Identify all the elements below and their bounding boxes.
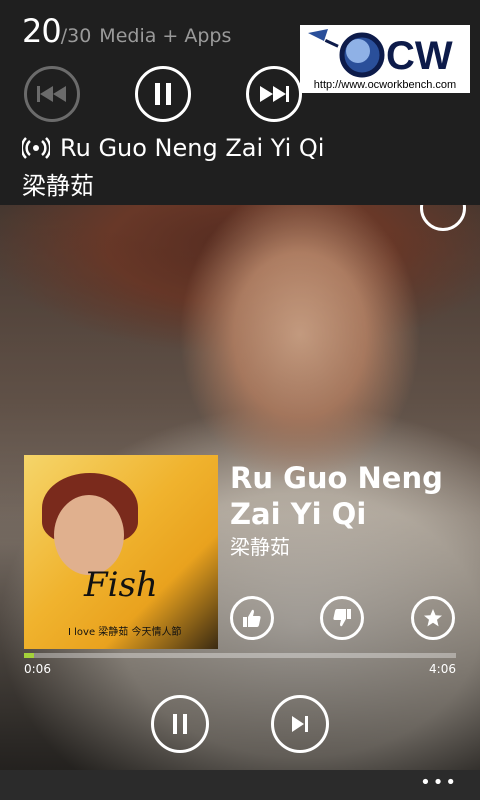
- next-icon: [260, 86, 289, 102]
- now-playing-title: Ru Guo Neng Zai Yi Qi: [60, 134, 325, 162]
- volume-max: /30: [60, 25, 92, 47]
- volume-readout: 20/30 Media + Apps: [22, 12, 231, 50]
- ocw-logo-graphic: CW: [308, 29, 453, 78]
- logo-url: http://www.ocworkbench.com: [313, 79, 457, 91]
- pause-icon: [155, 83, 171, 105]
- previous-track-button[interactable]: [24, 66, 80, 122]
- volume-panel: 20/30 Media + Apps Ru Guo Neng Zai Yi Qi: [0, 0, 480, 205]
- progress-fill: [24, 653, 35, 658]
- elapsed-time: 0:06: [24, 662, 51, 676]
- dislike-button[interactable]: [320, 596, 364, 640]
- ocw-watermark-logo: CW http://www.ocworkbench.com: [300, 25, 470, 93]
- pause-icon: [173, 714, 187, 734]
- more-options-button[interactable]: •••: [420, 772, 458, 793]
- pause-button[interactable]: [151, 695, 209, 753]
- album-art-caption: I love 梁静茹 今天情人節: [68, 627, 182, 638]
- star-icon: [424, 609, 442, 627]
- thumbs-up-icon: [243, 609, 261, 627]
- progress-bar[interactable]: [24, 653, 456, 658]
- album-art-face: [54, 495, 124, 575]
- music-player: Fish I love 梁静茹 今天情人節 Ru Guo Neng Zai Yi…: [0, 205, 480, 770]
- volume-target[interactable]: Media + Apps: [99, 25, 231, 47]
- favorite-button[interactable]: [411, 596, 455, 640]
- app-bar: •••: [0, 770, 480, 800]
- now-playing-title-row[interactable]: Ru Guo Neng Zai Yi Qi: [22, 134, 324, 162]
- skip-next-icon: [292, 716, 308, 732]
- thumbs-down-icon: [333, 609, 351, 627]
- now-playing-artist: 梁静茹: [22, 172, 94, 200]
- album-art-script: Fish: [84, 565, 158, 605]
- svg-text:CW: CW: [386, 34, 453, 78]
- skip-next-button[interactable]: [271, 695, 329, 753]
- previous-icon: [37, 86, 66, 102]
- song-artist: 梁静茹: [230, 535, 290, 559]
- song-title: Ru Guo Neng Zai Yi Qi: [230, 461, 443, 531]
- pause-button-top[interactable]: [135, 66, 191, 122]
- album-art: Fish I love 梁静茹 今天情人節: [24, 455, 218, 649]
- like-button[interactable]: [230, 596, 274, 640]
- volume-level: 20: [22, 12, 62, 50]
- broadcast-icon: [22, 137, 50, 159]
- total-time: 4:06: [429, 662, 456, 676]
- next-track-button[interactable]: [246, 66, 302, 122]
